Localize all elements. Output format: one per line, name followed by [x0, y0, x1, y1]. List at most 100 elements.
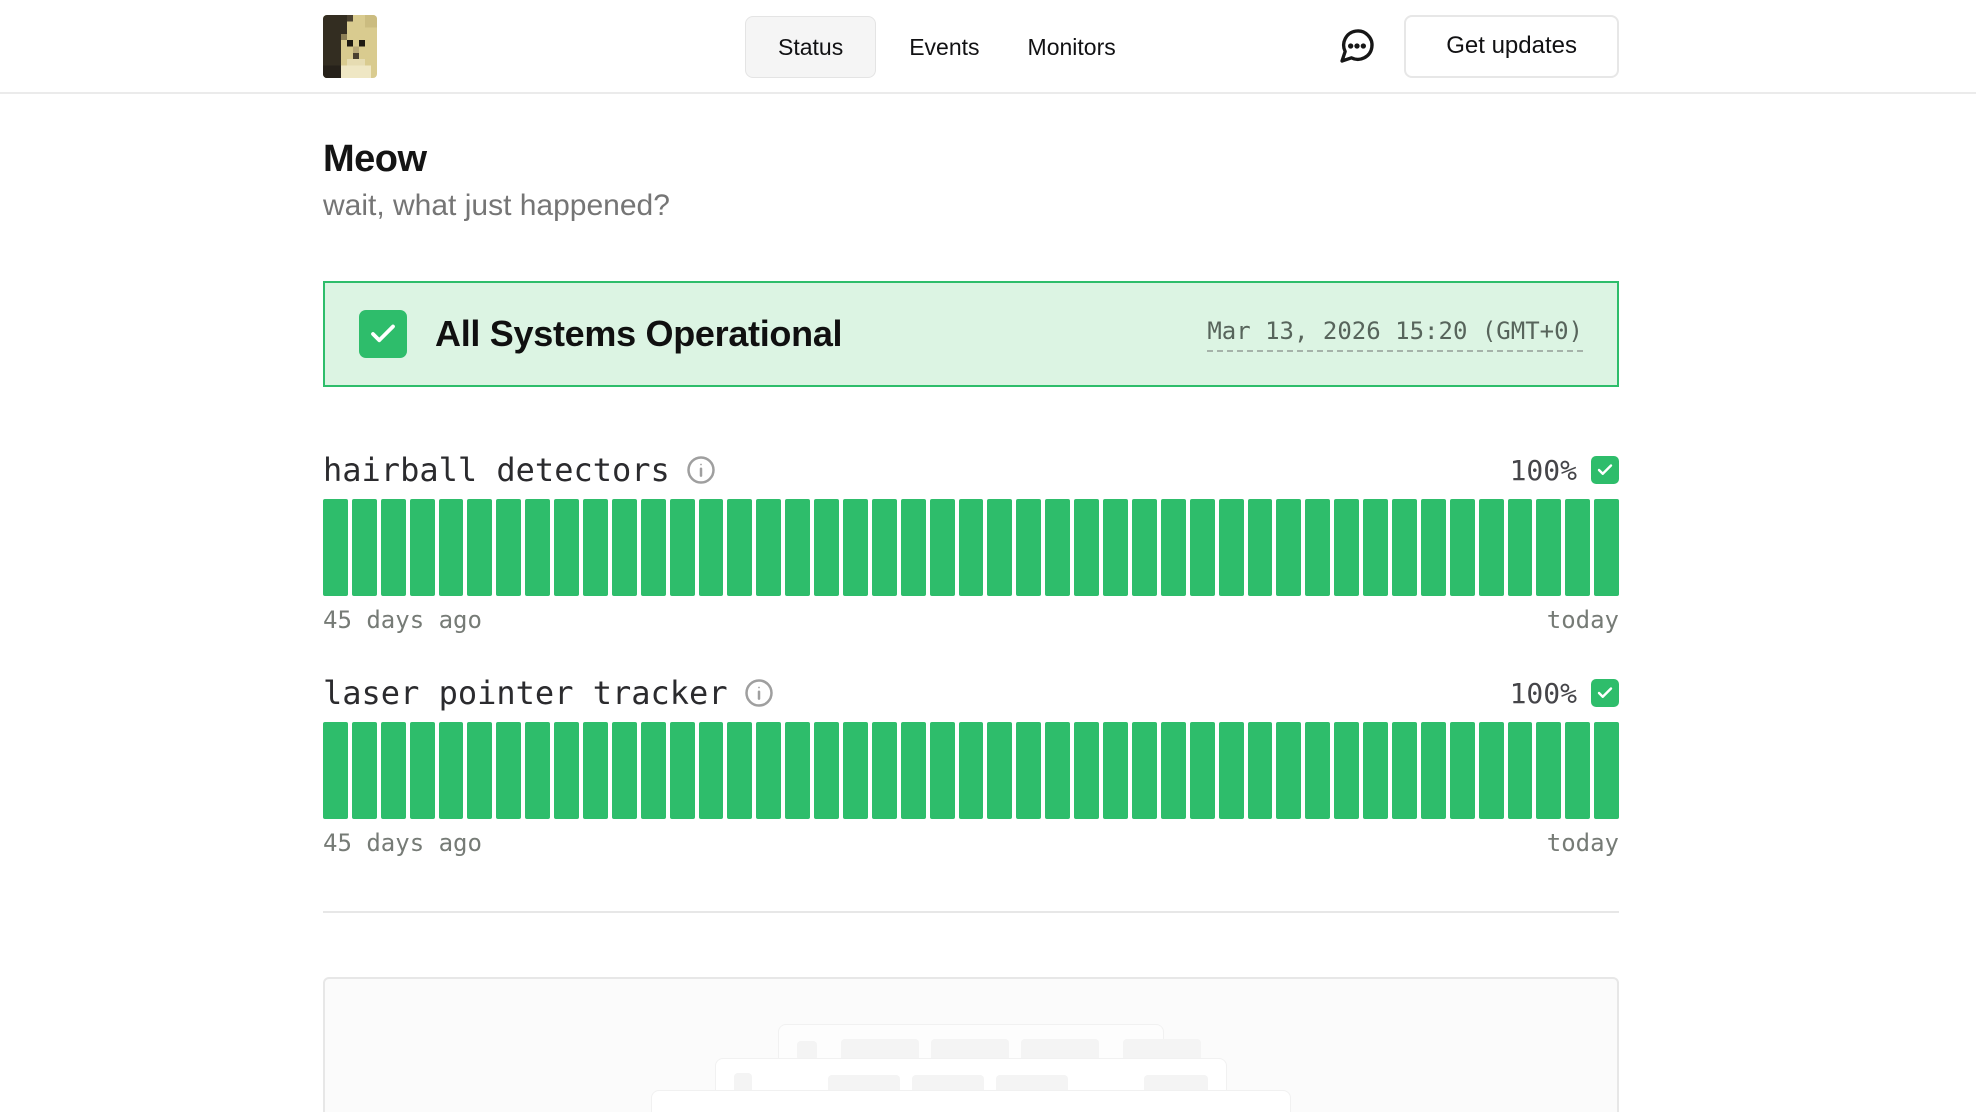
- uptime-bar[interactable]: [1450, 722, 1475, 819]
- uptime-bar[interactable]: [901, 499, 926, 596]
- uptime-bar[interactable]: [959, 499, 984, 596]
- uptime-bar[interactable]: [612, 499, 637, 596]
- uptime-bar[interactable]: [987, 499, 1012, 596]
- uptime-bar[interactable]: [1392, 499, 1417, 596]
- uptime-bar[interactable]: [1219, 722, 1244, 819]
- uptime-bar[interactable]: [756, 722, 781, 819]
- uptime-bar[interactable]: [1392, 722, 1417, 819]
- monitor-info-button[interactable]: [686, 455, 716, 485]
- uptime-bar[interactable]: [1305, 499, 1330, 596]
- uptime-bar[interactable]: [439, 499, 464, 596]
- uptime-bar[interactable]: [1103, 722, 1128, 819]
- uptime-bar[interactable]: [410, 499, 435, 596]
- uptime-bar[interactable]: [756, 499, 781, 596]
- nav-link-monitors[interactable]: Monitors: [1013, 16, 1131, 78]
- uptime-bar[interactable]: [1074, 722, 1099, 819]
- uptime-bar[interactable]: [1363, 722, 1388, 819]
- uptime-bar[interactable]: [670, 722, 695, 819]
- uptime-bar[interactable]: [381, 722, 406, 819]
- uptime-bar[interactable]: [1450, 499, 1475, 596]
- uptime-bar[interactable]: [1594, 499, 1619, 596]
- uptime-bar[interactable]: [1334, 722, 1359, 819]
- uptime-bar[interactable]: [1248, 722, 1273, 819]
- uptime-bar[interactable]: [1161, 722, 1186, 819]
- uptime-bar[interactable]: [1276, 499, 1301, 596]
- uptime-bar[interactable]: [1045, 722, 1070, 819]
- uptime-bar[interactable]: [583, 722, 608, 819]
- uptime-bar[interactable]: [612, 722, 637, 819]
- feedback-chat-button[interactable]: [1336, 25, 1378, 67]
- uptime-bar[interactable]: [1016, 499, 1041, 596]
- uptime-bar[interactable]: [352, 499, 377, 596]
- uptime-bar[interactable]: [727, 499, 752, 596]
- uptime-bar[interactable]: [641, 722, 666, 819]
- uptime-bar[interactable]: [1565, 499, 1590, 596]
- uptime-bar[interactable]: [814, 722, 839, 819]
- uptime-bar[interactable]: [467, 499, 492, 596]
- uptime-bar[interactable]: [1016, 722, 1041, 819]
- monitor-row: laser pointer tracker 100%: [323, 672, 1619, 857]
- uptime-bar[interactable]: [641, 499, 666, 596]
- uptime-bar[interactable]: [1248, 499, 1273, 596]
- uptime-bar[interactable]: [1276, 722, 1301, 819]
- uptime-bar[interactable]: [410, 722, 435, 819]
- uptime-bar[interactable]: [1305, 722, 1330, 819]
- uptime-bar[interactable]: [323, 499, 348, 596]
- uptime-bar[interactable]: [1103, 499, 1128, 596]
- uptime-bar[interactable]: [843, 722, 868, 819]
- uptime-bar[interactable]: [1421, 499, 1446, 596]
- monitor-info-button[interactable]: [744, 678, 774, 708]
- uptime-bar[interactable]: [1334, 499, 1359, 596]
- uptime-bar[interactable]: [525, 499, 550, 596]
- uptime-bar[interactable]: [381, 499, 406, 596]
- uptime-bar[interactable]: [699, 722, 724, 819]
- uptime-bar[interactable]: [785, 499, 810, 596]
- uptime-bar[interactable]: [872, 499, 897, 596]
- uptime-bar[interactable]: [814, 499, 839, 596]
- uptime-bar[interactable]: [930, 499, 955, 596]
- uptime-bar[interactable]: [872, 722, 897, 819]
- uptime-bar[interactable]: [467, 722, 492, 819]
- uptime-bar[interactable]: [1594, 722, 1619, 819]
- uptime-bar[interactable]: [439, 722, 464, 819]
- uptime-bar[interactable]: [1565, 722, 1590, 819]
- uptime-bar[interactable]: [1508, 499, 1533, 596]
- nav-link-status[interactable]: Status: [745, 16, 876, 78]
- uptime-bar[interactable]: [1161, 499, 1186, 596]
- site-logo-cat-avatar[interactable]: [323, 15, 377, 78]
- uptime-bar[interactable]: [1479, 722, 1504, 819]
- uptime-bar[interactable]: [930, 722, 955, 819]
- uptime-bar[interactable]: [1045, 499, 1070, 596]
- uptime-bar[interactable]: [959, 722, 984, 819]
- uptime-bar[interactable]: [843, 499, 868, 596]
- uptime-bar[interactable]: [901, 722, 926, 819]
- uptime-bar[interactable]: [987, 722, 1012, 819]
- uptime-bar[interactable]: [1536, 722, 1561, 819]
- uptime-bar[interactable]: [525, 722, 550, 819]
- uptime-bar[interactable]: [1132, 499, 1157, 596]
- uptime-bar[interactable]: [496, 499, 521, 596]
- uptime-bar[interactable]: [1479, 499, 1504, 596]
- uptime-bar[interactable]: [554, 722, 579, 819]
- uptime-bar[interactable]: [352, 722, 377, 819]
- nav-link-events[interactable]: Events: [894, 16, 994, 78]
- uptime-bar[interactable]: [554, 499, 579, 596]
- uptime-bar[interactable]: [1536, 499, 1561, 596]
- uptime-bar[interactable]: [1074, 499, 1099, 596]
- banner-timestamp[interactable]: Mar 13, 2026 15:20 (GMT+0): [1207, 317, 1583, 352]
- uptime-bar[interactable]: [1132, 722, 1157, 819]
- uptime-bar[interactable]: [323, 722, 348, 819]
- uptime-bar[interactable]: [670, 499, 695, 596]
- uptime-bar[interactable]: [583, 499, 608, 596]
- uptime-bar[interactable]: [1363, 499, 1388, 596]
- uptime-bar[interactable]: [1190, 499, 1215, 596]
- uptime-bar[interactable]: [727, 722, 752, 819]
- uptime-bar[interactable]: [1421, 722, 1446, 819]
- get-updates-button[interactable]: Get updates: [1404, 15, 1619, 78]
- uptime-bar[interactable]: [785, 722, 810, 819]
- uptime-bar[interactable]: [1508, 722, 1533, 819]
- uptime-bar[interactable]: [699, 499, 724, 596]
- uptime-bar[interactable]: [496, 722, 521, 819]
- uptime-bar[interactable]: [1219, 499, 1244, 596]
- uptime-bar[interactable]: [1190, 722, 1215, 819]
